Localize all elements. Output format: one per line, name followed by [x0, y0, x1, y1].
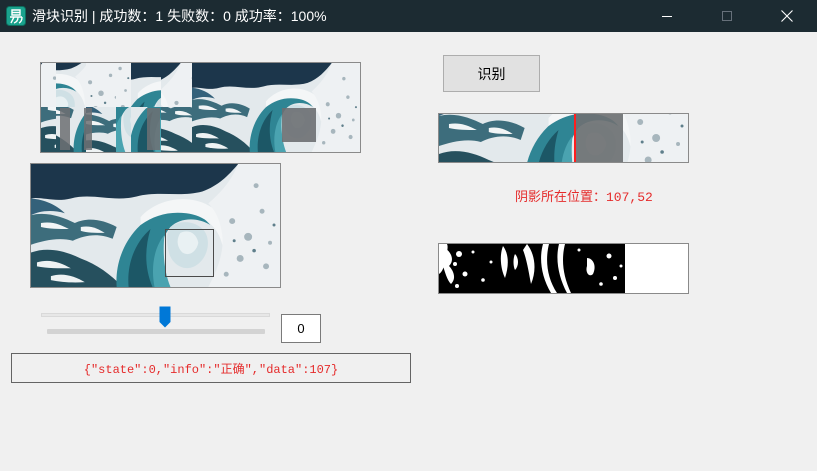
binary-image-frame: [438, 243, 689, 294]
maximize-button: [698, 0, 756, 32]
window-title: 滑块识别 | 成功数：1 失败数：0 成功率：100%: [32, 8, 327, 24]
puzzle-gap-shadow: [282, 108, 316, 142]
position-slider[interactable]: [41, 304, 270, 336]
strip-image: [439, 114, 688, 162]
background-image: [31, 164, 280, 287]
puzzle-image-frame: [40, 62, 361, 153]
maximize-icon: [722, 11, 732, 21]
slider-groove: [47, 329, 265, 334]
tile-shadow-strip: [60, 108, 70, 150]
result-output: {"state":0,"info":"正确","data":107}: [11, 353, 411, 383]
gap-outline-box: [165, 229, 214, 277]
minimize-button[interactable]: [638, 0, 696, 32]
tile-shadow-strip: [84, 108, 92, 150]
slider-value-input[interactable]: [281, 314, 321, 343]
strip-image-frame: [438, 113, 689, 163]
minimize-icon: [662, 16, 672, 17]
tile-shadow-strip: [147, 108, 160, 150]
title-bar[interactable]: 滑块识别 | 成功数：1 失败数：0 成功率：100%: [0, 0, 817, 32]
strip-gap-shadow: [575, 114, 623, 162]
puzzle-background-tile: [192, 63, 360, 152]
shadow-position-label: 阴影所在位置：107,52: [515, 190, 653, 205]
slider-thumb[interactable]: [159, 306, 171, 328]
close-button[interactable]: [757, 0, 817, 32]
gap-marker-line: [574, 114, 576, 162]
puzzle-image: [41, 63, 360, 152]
binary-image: [439, 244, 688, 293]
recognize-button[interactable]: 识别: [443, 55, 540, 92]
close-icon: [781, 10, 793, 22]
background-image-frame: [30, 163, 281, 288]
app-icon[interactable]: [6, 6, 26, 26]
slider-track[interactable]: [41, 313, 270, 317]
